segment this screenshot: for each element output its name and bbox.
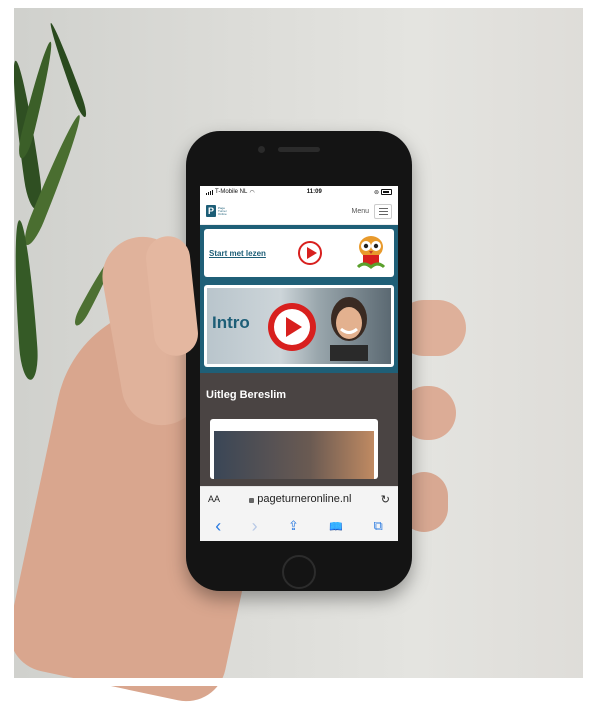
- frame-border: [583, 0, 595, 686]
- video-card[interactable]: [210, 419, 378, 479]
- site-header: P Page Turner Online Menu: [200, 198, 398, 225]
- share-icon[interactable]: ⇪: [288, 518, 299, 534]
- wifi-icon: ◠: [249, 189, 255, 196]
- status-time: 11:09: [306, 189, 322, 195]
- frame-border: [0, 0, 595, 8]
- browser-toolbar: ‹ › ⇪ 📖 ⧉: [200, 511, 398, 541]
- intro-label: Intro: [212, 313, 250, 332]
- intro-play-icon[interactable]: [268, 303, 316, 351]
- play-icon[interactable]: [298, 241, 322, 265]
- tabs-icon[interactable]: ⧉: [373, 518, 382, 534]
- browser-address-bar[interactable]: AA pageturneronline.nl ↻: [200, 486, 398, 511]
- front-camera: [258, 146, 265, 153]
- lock-icon: [249, 497, 255, 503]
- alarm-icon: ⊚: [373, 189, 379, 196]
- frame-border: [0, 0, 14, 686]
- menu-toggle[interactable]: Menu: [351, 203, 392, 219]
- start-reading-link[interactable]: Start met lezen: [209, 249, 266, 258]
- video-thumbnail: [214, 431, 374, 479]
- logo-text: Page Turner Online: [218, 205, 227, 216]
- intro-video-card[interactable]: Intro: [204, 285, 394, 367]
- frame-border: [0, 678, 595, 686]
- plant-leaf: [10, 219, 40, 381]
- signal-icon: [206, 189, 213, 195]
- bookmarks-icon[interactable]: 📖: [329, 520, 343, 533]
- carrier-label: T-Mobile NL: [215, 189, 248, 195]
- hero-section: Start met lezen Intro: [200, 225, 398, 373]
- hamburger-icon[interactable]: [374, 203, 392, 219]
- owl-mascot: [356, 236, 386, 269]
- site-logo[interactable]: P Page Turner Online: [206, 205, 230, 217]
- battery-icon: [380, 189, 392, 195]
- photo-background: T-Mobile NL ◠ 11:09 ⊚ P Page Turner Onli…: [0, 0, 595, 709]
- menu-label: Menu: [351, 207, 369, 215]
- forward-icon[interactable]: ›: [252, 516, 258, 537]
- logo-mark: P: [206, 205, 216, 217]
- earpiece-speaker: [278, 147, 320, 152]
- url-text: pageturneronline.nl: [257, 493, 352, 505]
- phone-screen: T-Mobile NL ◠ 11:09 ⊚ P Page Turner Onli…: [200, 186, 398, 541]
- start-reading-card[interactable]: Start met lezen: [204, 229, 394, 277]
- presenter-photo: [330, 297, 368, 361]
- section-title: Uitleg Bereslim: [206, 389, 287, 401]
- smartphone: T-Mobile NL ◠ 11:09 ⊚ P Page Turner Onli…: [186, 131, 412, 591]
- status-bar: T-Mobile NL ◠ 11:09 ⊚: [200, 186, 398, 198]
- url-field[interactable]: pageturneronline.nl: [249, 493, 351, 505]
- back-icon[interactable]: ‹: [215, 516, 221, 537]
- plant-leaf: [47, 21, 89, 119]
- reload-icon[interactable]: ↻: [381, 493, 390, 506]
- text-size-button[interactable]: AA: [208, 494, 220, 504]
- home-button[interactable]: [282, 555, 316, 589]
